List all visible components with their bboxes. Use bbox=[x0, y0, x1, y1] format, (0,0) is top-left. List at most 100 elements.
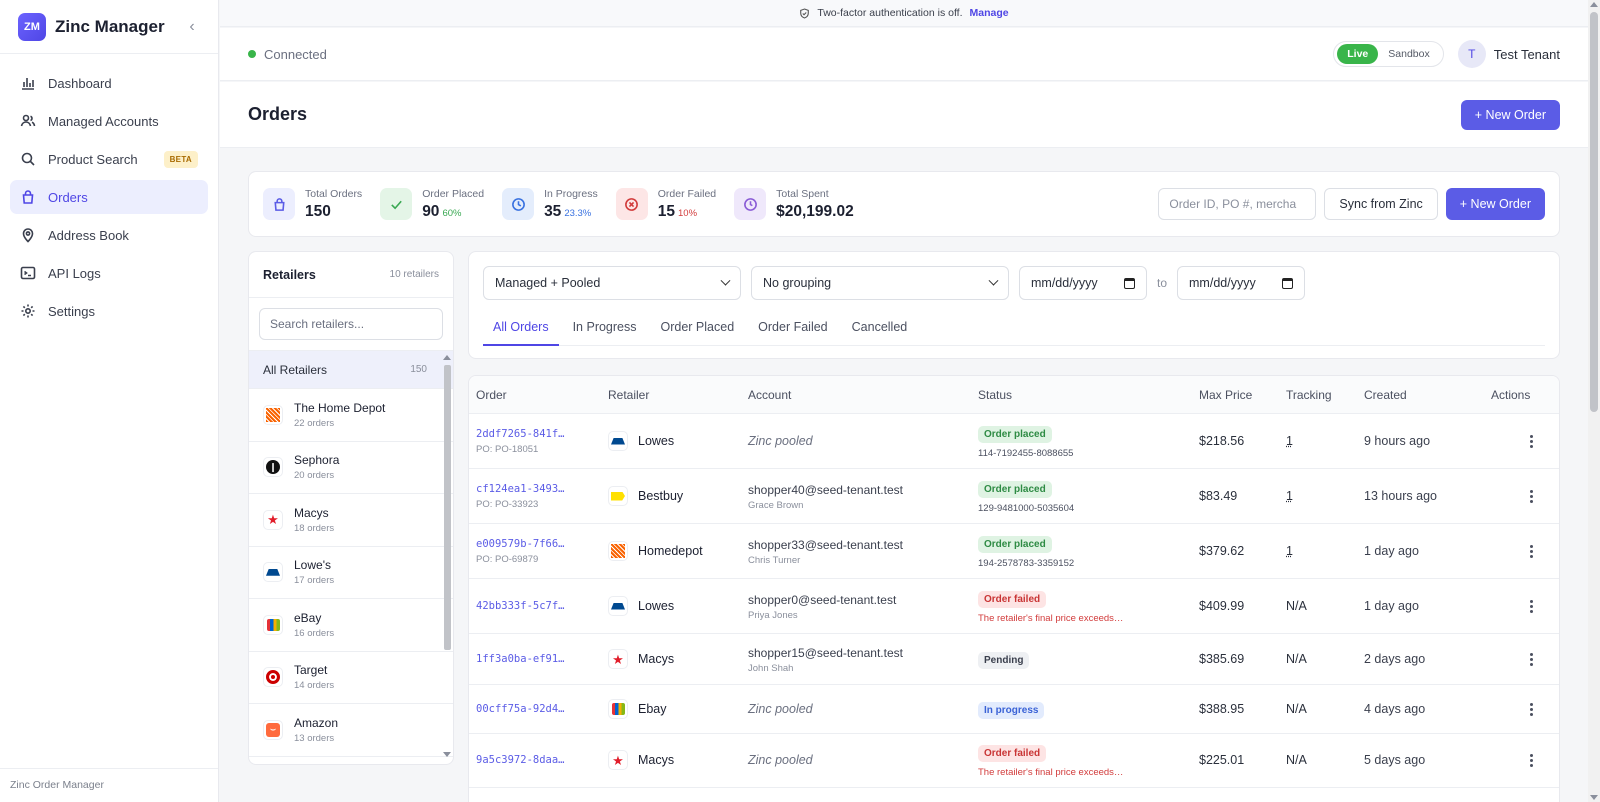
page-scrollbar-thumb[interactable] bbox=[1590, 12, 1598, 412]
tab-all-orders[interactable]: All Orders bbox=[483, 318, 559, 346]
sidebar-item-settings[interactable]: Settings bbox=[10, 294, 208, 328]
table-row[interactable]: 9a5c3972-8daa… ★ Macys Zinc pooled Order… bbox=[469, 734, 1559, 788]
retailer-text: Sephora 20 orders bbox=[294, 453, 339, 481]
retailer-text: Target 14 orders bbox=[294, 663, 334, 691]
account-email: shopper0@seed-tenant.test bbox=[748, 593, 897, 607]
page-scrollbar[interactable] bbox=[1588, 0, 1600, 802]
all-retailers-item[interactable]: All Retailers 150 bbox=[249, 351, 453, 389]
order-cell: cf124ea1-3493… PO: PO-33923 bbox=[476, 483, 565, 510]
retailer-items: The Home Depot 22 orders ❙ Sephora 20 or… bbox=[249, 389, 453, 757]
tab-order-placed[interactable]: Order Placed bbox=[651, 318, 745, 346]
sync-from-zinc-button[interactable]: Sync from Zinc bbox=[1324, 188, 1438, 220]
table-row[interactable]: 1ff3a0ba-ef91… ★ Macys shopper15@seed-te… bbox=[469, 634, 1559, 685]
row-actions-menu-icon[interactable] bbox=[1523, 653, 1539, 666]
row-actions-menu-icon[interactable] bbox=[1523, 754, 1539, 767]
row-actions-menu-icon[interactable] bbox=[1523, 490, 1539, 503]
retailer-item[interactable]: Target 14 orders bbox=[249, 652, 453, 704]
column-header-created[interactable]: Created bbox=[1364, 388, 1407, 402]
row-actions-menu-icon[interactable] bbox=[1523, 703, 1539, 716]
order-id-link[interactable]: 9a5c3972-8daa… bbox=[476, 754, 565, 766]
scrollbar-thumb[interactable] bbox=[444, 365, 451, 650]
column-header-status[interactable]: Status bbox=[978, 388, 1012, 402]
date-to-input[interactable]: mm/dd/yyyy bbox=[1177, 266, 1306, 300]
column-header-order[interactable]: Order bbox=[476, 388, 507, 402]
sidebar-item-address-book[interactable]: Address Book bbox=[10, 218, 208, 252]
max-price: $409.99 bbox=[1199, 599, 1245, 613]
retailer-name: Macys bbox=[638, 753, 675, 767]
clock-icon bbox=[511, 197, 525, 211]
tab-in-progress[interactable]: In Progress bbox=[563, 318, 647, 346]
column-header-account[interactable]: Account bbox=[748, 388, 791, 402]
order-id-link[interactable]: 1ff3a0ba-ef91… bbox=[476, 653, 565, 665]
row-actions-menu-icon[interactable] bbox=[1523, 545, 1539, 558]
sidebar-item-managed-accounts[interactable]: Managed Accounts bbox=[10, 104, 208, 138]
tracking-count[interactable]: 1 bbox=[1286, 544, 1293, 558]
stat-value-row: 90 60% bbox=[422, 203, 484, 221]
scroll-down-arrow-icon[interactable] bbox=[1590, 795, 1598, 800]
calendar-icon[interactable] bbox=[1282, 277, 1294, 289]
column-header-retailer[interactable]: Retailer bbox=[608, 388, 649, 402]
new-order-button-secondary[interactable]: + New Order bbox=[1445, 188, 1545, 220]
scroll-up-arrow-icon[interactable] bbox=[1590, 2, 1598, 7]
retailer-cell: Ebay bbox=[608, 699, 667, 719]
new-order-button[interactable]: + New Order bbox=[1460, 99, 1560, 130]
retailer-name: Macys bbox=[638, 652, 675, 666]
environment-toggle[interactable]: Live Sandbox bbox=[1333, 41, 1444, 67]
order-id-link[interactable]: 00cff75a-92d4… bbox=[476, 703, 565, 715]
date-from-input[interactable]: mm/dd/yyyy bbox=[1019, 266, 1147, 300]
order-id-link[interactable]: cf124ea1-3493… bbox=[476, 483, 565, 495]
scroll-down-arrow-icon[interactable] bbox=[443, 752, 451, 757]
scroll-up-arrow-icon[interactable] bbox=[443, 355, 451, 360]
sidebar-item-api-logs[interactable]: API Logs bbox=[10, 256, 208, 290]
retailer-name: Lowes bbox=[638, 434, 675, 448]
sidebar-item-label: Product Search bbox=[48, 151, 138, 167]
order-id-link[interactable]: 42bb333f-5c7f… bbox=[476, 600, 565, 612]
table-row[interactable]: cf124ea1-3493… PO: PO-33923 Bestbuy shop… bbox=[469, 469, 1559, 524]
column-header-actions[interactable]: Actions bbox=[1491, 388, 1530, 402]
column-header-tracking[interactable]: Tracking bbox=[1286, 388, 1332, 402]
retailer-item[interactable]: Lowe's 17 orders bbox=[249, 547, 453, 599]
retailer-search-input[interactable] bbox=[259, 308, 443, 340]
table-row[interactable]: 2ddf7265-841f… PO: PO-18051 Lowes Zinc p… bbox=[469, 414, 1559, 469]
tab-order-failed[interactable]: Order Failed bbox=[748, 318, 837, 346]
manage-2fa-link[interactable]: Manage bbox=[970, 7, 1009, 19]
table-row[interactable]: 00cff75a-92d4… Ebay Zinc pooled In progr… bbox=[469, 685, 1559, 734]
order-id-link[interactable]: 2ddf7265-841f… bbox=[476, 428, 565, 440]
sephora-logo-icon: ❙ bbox=[263, 457, 283, 478]
account-scope-select[interactable]: Managed + Pooled bbox=[483, 266, 741, 300]
column-header-max-price[interactable]: Max Price bbox=[1199, 388, 1252, 402]
retailer-item[interactable]: eBay 16 orders bbox=[249, 599, 453, 652]
row-actions-menu-icon[interactable] bbox=[1523, 435, 1539, 448]
retailer-item[interactable]: ❙ Sephora 20 orders bbox=[249, 442, 453, 494]
retailer-item[interactable]: The Home Depot 22 orders bbox=[249, 389, 453, 442]
stat-icon-box bbox=[502, 188, 535, 220]
retailer-name: Macys bbox=[294, 505, 329, 520]
tracking-count[interactable]: 1 bbox=[1286, 489, 1293, 503]
sidebar-item-orders[interactable]: Orders bbox=[10, 180, 208, 214]
retailer-item[interactable]: ⌣ Amazon 13 orders bbox=[249, 704, 453, 757]
grouping-select[interactable]: No grouping bbox=[751, 266, 1009, 300]
table-row[interactable]: 42bb333f-5c7f… Lowes shopper0@seed-tenan… bbox=[469, 579, 1559, 634]
env-sandbox-option[interactable]: Sandbox bbox=[1378, 44, 1439, 64]
retailer-order-count: 16 orders bbox=[294, 627, 335, 639]
created-time: 2 days ago bbox=[1364, 652, 1426, 666]
retailer-item[interactable]: ★ Macys 18 orders bbox=[249, 494, 453, 547]
sidebar-item-dashboard[interactable]: Dashboard bbox=[10, 66, 208, 100]
row-actions-menu-icon[interactable] bbox=[1523, 600, 1539, 613]
collapse-sidebar-icon[interactable]: ‹ bbox=[184, 18, 200, 36]
order-id-link[interactable]: e009579b-7f66… bbox=[476, 538, 565, 550]
account-name: Priya Jones bbox=[748, 610, 798, 621]
tab-cancelled[interactable]: Cancelled bbox=[842, 318, 918, 346]
table-row[interactable]: e009579b-7f66… PO: PO-69879 Homedepot sh… bbox=[469, 524, 1559, 579]
order-search-input[interactable] bbox=[1158, 188, 1317, 220]
env-live-option[interactable]: Live bbox=[1337, 44, 1379, 64]
tracking-count[interactable]: 1 bbox=[1286, 434, 1293, 448]
user-name[interactable]: Test Tenant bbox=[1494, 47, 1560, 62]
x-circle-icon bbox=[625, 197, 639, 211]
sidebar-item-product-search[interactable]: Product Search BETA bbox=[10, 142, 208, 176]
retailer-list-scrollbar[interactable] bbox=[443, 355, 451, 757]
calendar-icon[interactable] bbox=[1124, 277, 1135, 289]
avatar[interactable]: T bbox=[1457, 40, 1486, 68]
retailer-name: Homedepot bbox=[638, 544, 703, 558]
sidebar: ZM Zinc Manager ‹ Dashboard Managed Acco… bbox=[0, 0, 219, 802]
